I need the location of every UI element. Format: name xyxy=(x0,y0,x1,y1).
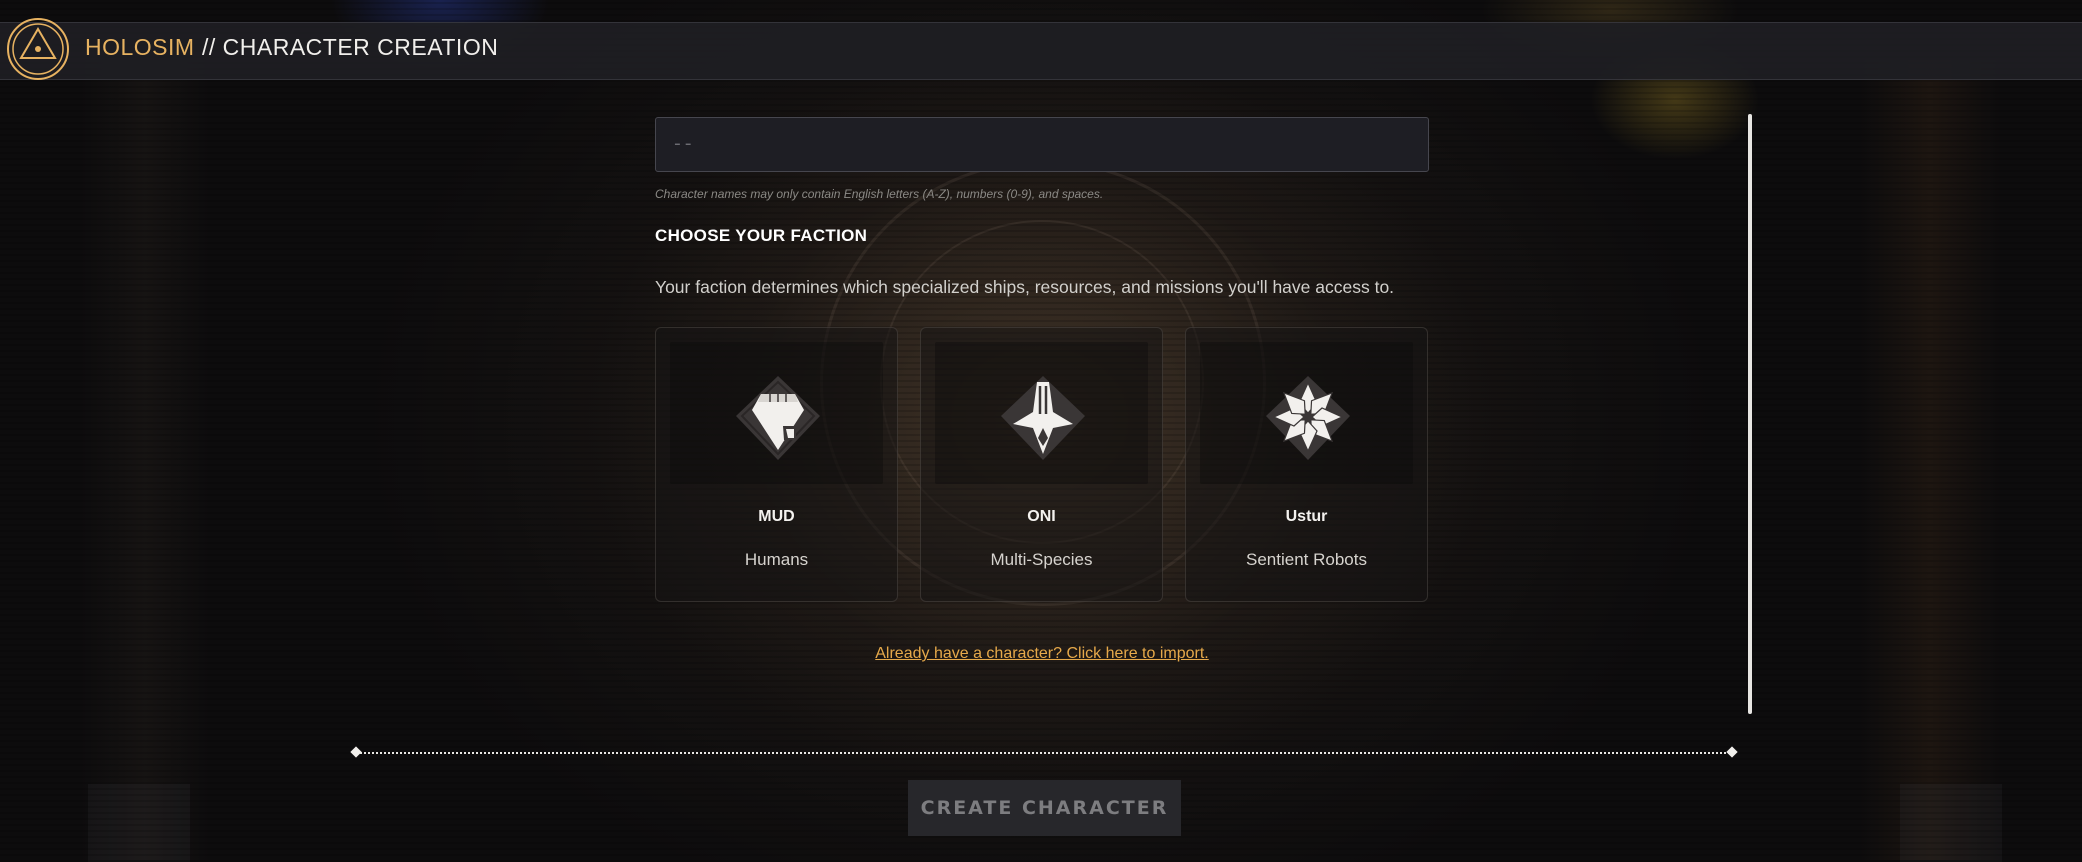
faction-subtitle: Humans xyxy=(744,550,809,569)
ustur-emblem-icon xyxy=(1266,376,1350,460)
holosim-logo-icon[interactable] xyxy=(7,12,75,86)
background-pad-right xyxy=(1900,784,2002,862)
faction-name: MUD xyxy=(758,508,795,525)
faction-subtitle: Sentient Robots xyxy=(1246,550,1367,569)
scrollbar-thumb[interactable] xyxy=(1748,114,1752,714)
background-pad-left xyxy=(88,784,190,862)
footer-divider xyxy=(356,752,1734,756)
name-input-hint: Character names may only contain English… xyxy=(655,187,1104,201)
create-character-button[interactable]: CREATE CHARACTER xyxy=(908,780,1181,836)
faction-description: Your faction determines which specialize… xyxy=(655,277,1395,297)
page-title: // CHARACTER CREATION xyxy=(202,34,499,60)
character-name-input[interactable] xyxy=(655,117,1429,172)
background-pillar-left xyxy=(80,60,210,860)
background-pillar-right xyxy=(1860,60,2000,860)
faction-card-ustur[interactable]: Ustur Sentient Robots xyxy=(1185,327,1428,602)
faction-name: ONI xyxy=(1027,508,1056,525)
faction-heading: CHOOSE YOUR FACTION xyxy=(655,226,868,245)
import-character-link[interactable]: Already have a character? Click here to … xyxy=(655,645,1429,663)
faction-card-mud[interactable]: MUD Humans xyxy=(655,327,898,602)
faction-subtitle: Multi-Species xyxy=(990,550,1093,569)
faction-name: Ustur xyxy=(1285,508,1328,525)
faction-card-oni[interactable]: ONI Multi-Species xyxy=(920,327,1163,602)
mud-emblem-icon xyxy=(736,376,820,460)
oni-emblem-icon xyxy=(1001,376,1085,460)
brand-name: HOLOSIM xyxy=(85,34,195,60)
